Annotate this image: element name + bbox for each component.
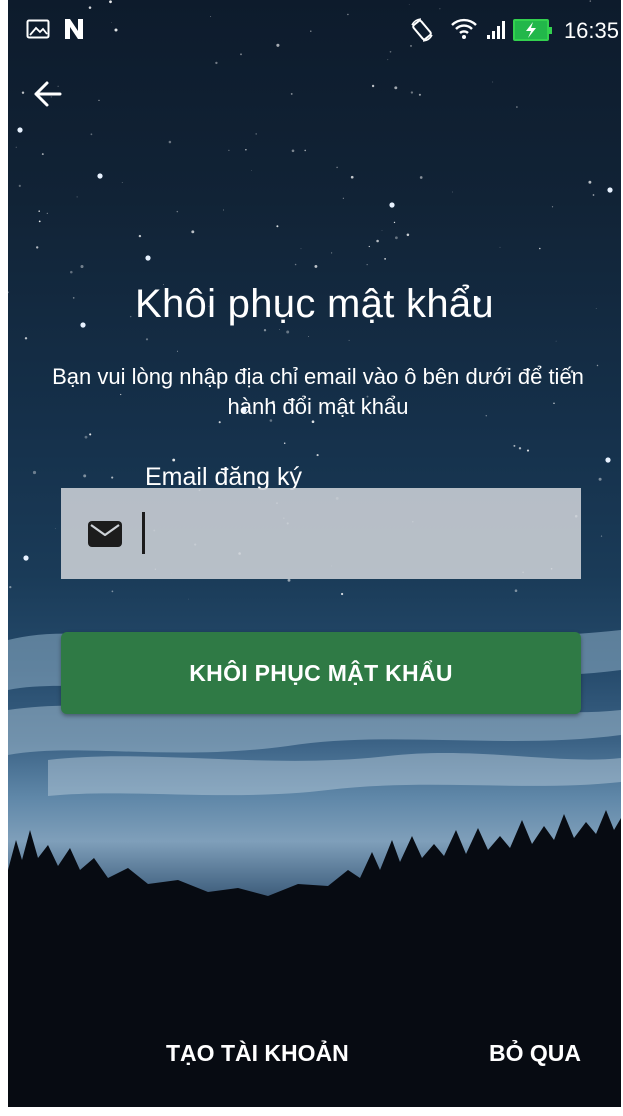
- signal-icon: [487, 21, 505, 39]
- wifi-icon: [451, 18, 477, 39]
- mail-icon: [88, 521, 122, 547]
- email-field[interactable]: [61, 488, 581, 579]
- login-screen: 16:35 Khôi phục mật khẩu Bạn vui lòng nh…: [8, 0, 621, 1107]
- rotate-icon: [411, 18, 433, 42]
- back-button[interactable]: [30, 74, 70, 114]
- status-time: 16:35: [563, 18, 619, 43]
- create-account-button[interactable]: TẠO TÀI KHOẢN: [166, 1040, 349, 1067]
- page-subtitle: Bạn vui lòng nhập địa chỉ email vào ô bê…: [52, 364, 584, 419]
- skip-button[interactable]: BỎ QUA: [489, 1040, 581, 1067]
- battery-charging-icon: [513, 19, 552, 41]
- n-notification-icon: [65, 19, 83, 39]
- text-cursor: [142, 512, 145, 554]
- page-title: Khôi phục mật khẩu: [135, 282, 494, 326]
- arrow-left-icon: [34, 81, 62, 107]
- recover-password-button[interactable]: KHÔI PHỤC MẬT KHẨU: [61, 632, 581, 714]
- status-bar: 16:35: [8, 0, 621, 62]
- image-icon: [26, 19, 50, 39]
- email-input[interactable]: [143, 508, 567, 556]
